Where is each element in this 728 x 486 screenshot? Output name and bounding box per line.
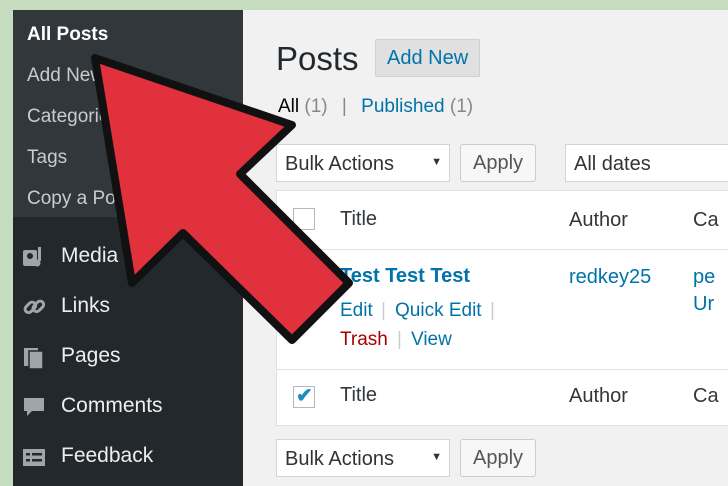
filter-separator: |: [341, 96, 347, 117]
submenu-categories[interactable]: Categories: [27, 106, 119, 128]
posts-submenu: All Posts Add New Categories Tags Copy a…: [13, 10, 243, 217]
date-filter-select[interactable]: All dates: [565, 144, 728, 182]
apply-button[interactable]: Apply: [460, 144, 537, 182]
row-action-separator: |: [397, 329, 402, 350]
main-content: Posts Add New All (1) | Published (1) Bu…: [243, 10, 728, 486]
select-all-checkbox[interactable]: [293, 208, 315, 230]
column-header-categories: Ca: [693, 209, 719, 231]
sidebar-item-label: Pages: [61, 344, 121, 367]
submenu-copy-a-post[interactable]: Copy a Post: [27, 188, 131, 210]
comments-icon: [24, 398, 44, 416]
date-filter-value: All dates: [574, 153, 651, 175]
filter-published[interactable]: Published: [361, 96, 444, 117]
row-action-edit[interactable]: Edit: [340, 300, 373, 322]
post-author-link[interactable]: redkey25: [569, 266, 651, 289]
post-category-link[interactable]: pe: [693, 266, 715, 289]
checkmark-icon: ✔: [296, 385, 313, 407]
dropdown-caret-icon: ▼: [431, 451, 442, 463]
bulk-actions-value: Bulk Actions: [285, 448, 394, 470]
dropdown-caret-icon: ▼: [431, 156, 442, 168]
row-action-separator: |: [381, 300, 386, 321]
add-new-button[interactable]: Add New: [375, 39, 481, 77]
sidebar-item-pages[interactable]: Pages: [13, 334, 243, 380]
sidebar-item-comments[interactable]: Comments: [13, 384, 243, 430]
column-header-title[interactable]: Title: [340, 208, 377, 231]
row-action-quick-edit[interactable]: Quick Edit: [395, 300, 482, 322]
bulk-actions-select[interactable]: Bulk Actions ▼: [276, 144, 450, 182]
feedback-icon: [23, 449, 45, 466]
sidebar-item-links[interactable]: Links: [13, 284, 243, 330]
row-action-separator: |: [490, 300, 495, 321]
select-all-footer-checkbox[interactable]: ✔: [293, 385, 315, 408]
posts-table: Title Author Ca ✔ Test Test Test redkey2…: [276, 190, 728, 426]
apply-button-bottom[interactable]: Apply: [460, 439, 537, 477]
sidebar-item-feedback[interactable]: Feedback: [13, 434, 243, 480]
sidebar-item-label: Media: [61, 244, 119, 267]
sidebar-item-label: Links: [61, 294, 111, 317]
filter-all-count: (1): [304, 96, 328, 117]
column-header-author: Author: [569, 209, 628, 231]
submenu-all-posts[interactable]: All Posts: [27, 24, 108, 46]
post-title-link[interactable]: Test Test Test: [340, 265, 470, 288]
media-icon: [23, 247, 41, 267]
page-title: Posts: [276, 40, 359, 77]
sidebar-item-media[interactable]: Media: [13, 234, 243, 280]
checkmark-icon: ✔: [296, 265, 313, 287]
row-divider: [277, 249, 728, 250]
bulk-actions-select-bottom[interactable]: Bulk Actions ▼: [276, 439, 450, 477]
row-action-view[interactable]: View: [411, 329, 452, 351]
status-filters: All (1) | Published (1): [278, 96, 473, 118]
sidebar-item-label: Feedback: [61, 444, 154, 467]
wp-admin-window: All Posts Add New Categories Tags Copy a…: [13, 10, 728, 486]
post-category-link[interactable]: Ur: [693, 293, 714, 316]
sidebar-item-label: Comments: [61, 394, 163, 417]
filter-all[interactable]: All: [278, 96, 299, 117]
submenu-tags[interactable]: Tags: [27, 147, 67, 169]
column-footer-title[interactable]: Title: [340, 384, 377, 407]
admin-sidebar: All Posts Add New Categories Tags Copy a…: [13, 10, 243, 486]
row-divider: [277, 369, 728, 370]
pages-icon: [24, 348, 44, 370]
row-action-trash[interactable]: Trash: [340, 329, 388, 351]
filter-published-count: (1): [449, 96, 474, 117]
column-footer-categories: Ca: [693, 385, 719, 407]
column-footer-author: Author: [569, 385, 628, 407]
row-checkbox[interactable]: ✔: [293, 265, 315, 288]
links-icon: [23, 299, 46, 315]
bulk-actions-value: Bulk Actions: [285, 153, 394, 175]
submenu-add-new[interactable]: Add New: [27, 65, 104, 87]
